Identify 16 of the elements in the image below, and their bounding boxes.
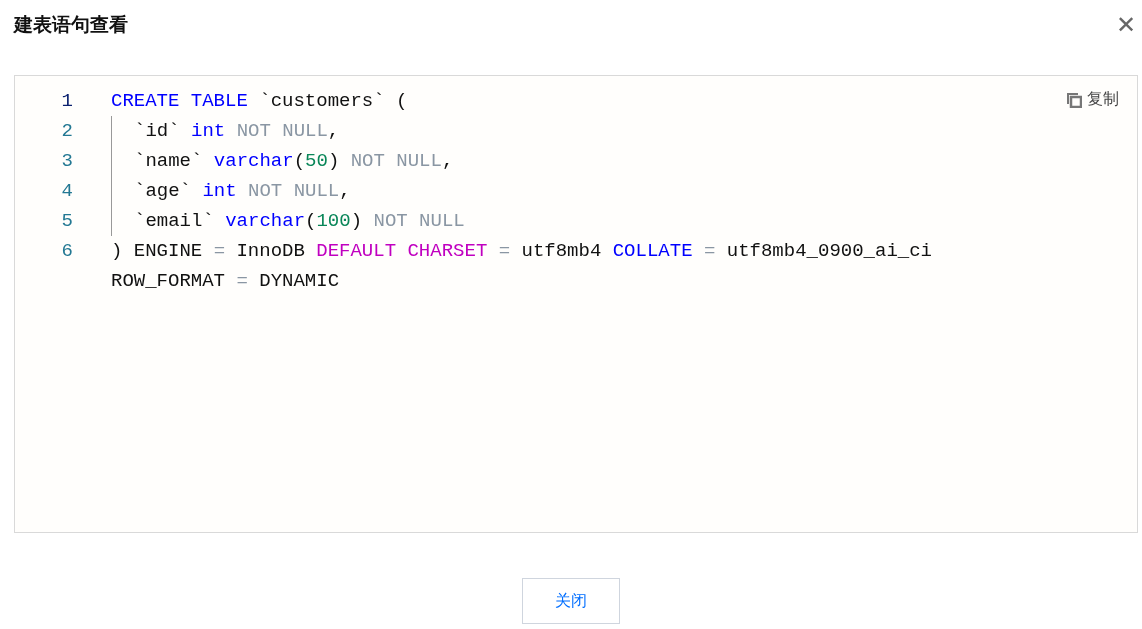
code-line: CREATE TABLE `customers` ( <box>111 89 409 114</box>
copy-button[interactable]: 复制 <box>1066 89 1119 110</box>
line-number: 4 <box>60 179 73 204</box>
code-line: `email` varchar(100) NOT NULL <box>111 206 961 236</box>
line-number: 6 <box>60 239 73 264</box>
code-line: ) ENGINE = InnoDB DEFAULT CHARSET = utf8mb4 COLLATE = utf8mb4_0900_ai_ci ROW_FORMAT = DYNAMIC <box>111 239 933 294</box>
code-line: `age` int NOT NULL, <box>111 176 961 206</box>
line-number: 5 <box>60 209 73 234</box>
line-number: 1 <box>60 89 73 114</box>
copy-icon <box>1066 91 1082 108</box>
code-line: `id` int NOT NULL, <box>111 116 961 146</box>
line-number: 2 <box>60 119 73 144</box>
code-line: `name` varchar(50) NOT NULL, <box>111 146 961 176</box>
close-button[interactable]: 关闭 <box>522 578 620 624</box>
dialog-title: 建表语句查看 <box>14 13 128 37</box>
line-number: 3 <box>60 149 73 174</box>
